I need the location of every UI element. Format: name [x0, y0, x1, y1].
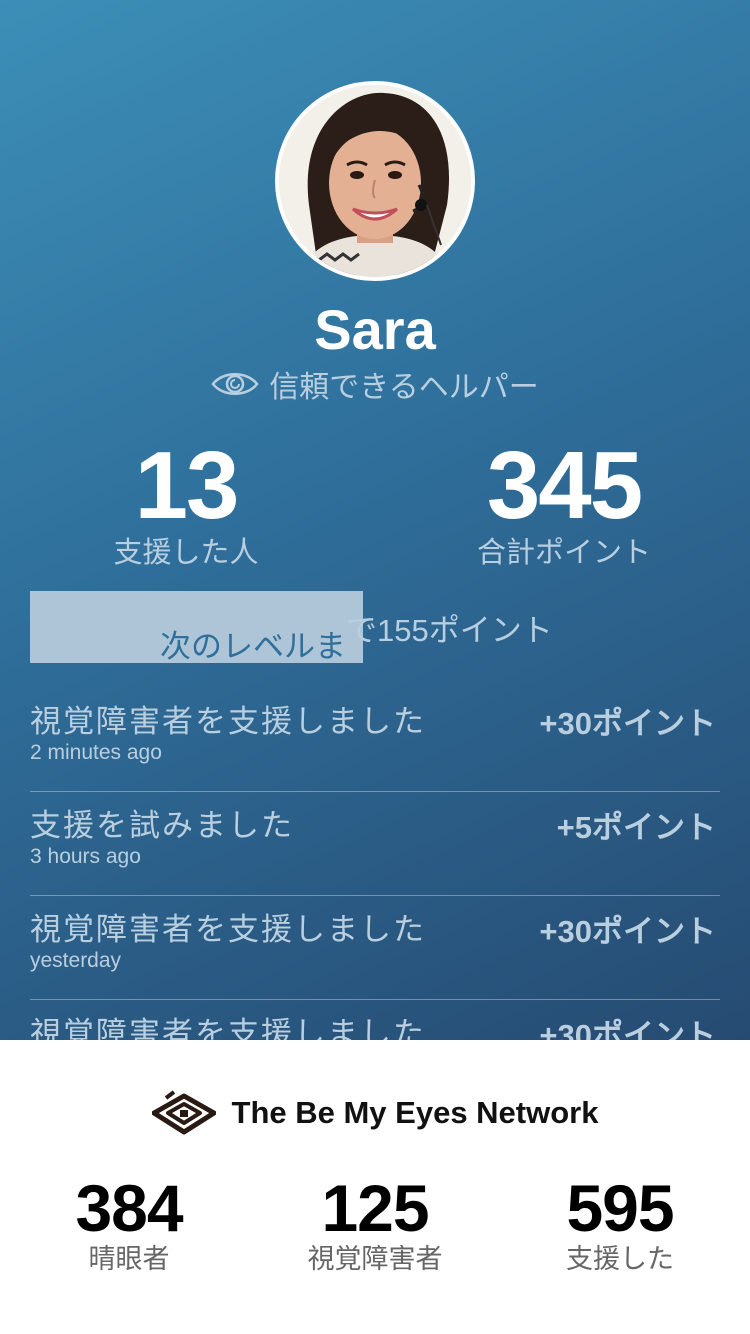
activity-points: +5ポイント [556, 810, 716, 845]
network-stat-helped: 595 支援した [510, 1171, 730, 1276]
network-stat-label: 支援した [566, 1244, 674, 1274]
activity-item[interactable]: 視覚障害者を支援しました yesterday +30ポイント [30, 896, 720, 1000]
level-text-highlight: 次のレベルま [160, 629, 346, 664]
level-progress: 次のレベルまで155ポイント [30, 591, 720, 664]
network-stat-value: 384 [75, 1171, 183, 1245]
activity-item[interactable]: 視覚障害者を支援しました 2 minutes ago +30ポイント [30, 688, 720, 792]
activity-points: +30ポイント [539, 1018, 716, 1040]
activity-title: 支援を試みました [30, 808, 294, 843]
avatar[interactable] [275, 81, 475, 281]
user-name: Sara [314, 298, 436, 361]
role-badge: 信頼できるヘルパー [0, 364, 750, 404]
network-panel: The Be My Eyes Network 384 晴眼者 125 視覚障害者… [0, 1040, 750, 1334]
stat-points-label: 合計ポイント [476, 537, 651, 569]
stat-helped: 13 支援した人 [56, 432, 316, 570]
network-stat-label: 視覚障害者 [307, 1244, 443, 1274]
network-stat-sighted: 384 晴眼者 [19, 1171, 239, 1276]
network-stat-value: 125 [321, 1171, 429, 1245]
activity-title: 視覚障害者を支援しました [30, 1016, 426, 1040]
activity-time: 3 hours ago [30, 845, 141, 868]
profile-panel: Sara 信頼できるヘルパー 13 支援した人 345 合計ポイント 次のレベル… [0, 0, 750, 1040]
activity-time: 2 minutes ago [30, 741, 162, 764]
stat-helped-value: 13 [134, 432, 240, 539]
stat-points: 345 合計ポイント [434, 432, 694, 570]
activity-title: 視覚障害者を支援しました [30, 912, 426, 947]
activity-points: +30ポイント [539, 706, 716, 741]
stat-helped-label: 支援した人 [113, 537, 259, 569]
network-stat-blind: 125 視覚障害者 [265, 1171, 485, 1276]
activity-title: 視覚障害者を支援しました [30, 704, 426, 739]
avatar-photo [279, 85, 471, 277]
activity-item[interactable]: 支援を試みました 3 hours ago +5ポイント [30, 792, 720, 896]
network-stat-label: 晴眼者 [88, 1244, 170, 1274]
network-title: The Be My Eyes Network [231, 1095, 599, 1130]
activity-points: +30ポイント [539, 914, 716, 949]
network-stat-value: 595 [566, 1171, 674, 1245]
eye-icon [211, 373, 259, 395]
activity-list: 視覚障害者を支援しました 2 minutes ago +30ポイント 支援を試み… [30, 688, 720, 1040]
role-label: 信頼できるヘルパー [269, 371, 539, 404]
network-header: The Be My Eyes Network [0, 1088, 750, 1138]
activity-time: yesterday [30, 949, 122, 972]
activity-item[interactable]: 視覚障害者を支援しました +30ポイント [30, 1000, 720, 1040]
level-text-rest: で155ポイント [346, 613, 553, 648]
stat-points-value: 345 [486, 432, 643, 539]
level-progress-text: 次のレベルまで155ポイント [160, 605, 553, 664]
be-my-eyes-logo-icon [151, 1090, 216, 1135]
